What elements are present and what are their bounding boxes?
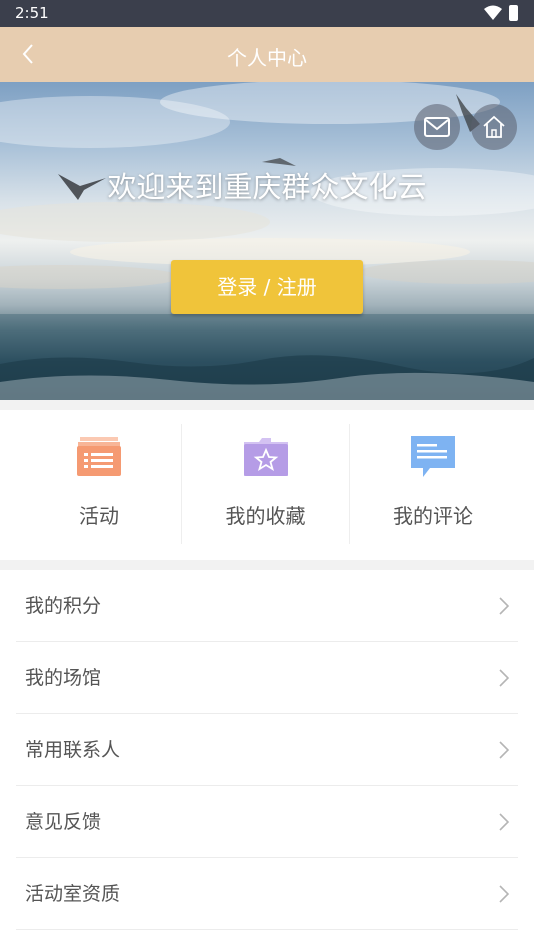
quick-action-label: 我的收藏 [225,504,306,528]
quick-action-label: 活动 [79,504,119,528]
chevron-right-icon [499,885,510,903]
title-bar: 个人中心 [0,27,534,82]
menu-item-label: 活动室资质 [25,883,121,905]
settings-menu: 我的积分 我的场馆 常用联系人 意见反馈 活动室资质 [0,570,534,950]
home-button[interactable] [471,104,517,150]
chevron-right-icon [499,813,510,831]
home-icon [483,115,505,138]
page-title: 个人中心 [227,46,307,70]
menu-item-feedback[interactable]: 意见反馈 [0,786,534,858]
menu-item-contacts[interactable]: 常用联系人 [0,714,534,786]
menu-item-room-qualification[interactable]: 活动室资质 [0,858,534,930]
menu-item-label: 我的积分 [25,595,102,617]
menu-item-points[interactable]: 我的积分 [0,570,534,642]
quick-action-favorites[interactable]: 我的收藏 [182,410,349,560]
chevron-right-icon [499,669,510,687]
battery-icon [509,5,518,21]
divider [16,929,518,930]
menu-item-label: 我的场馆 [25,667,102,689]
status-bar: 2:51 [0,0,534,27]
message-button[interactable] [414,104,460,150]
hero-banner: 欢迎来到重庆群众文化云 登录 / 注册 [0,82,534,400]
chevron-right-icon [499,741,510,759]
login-register-button[interactable]: 登录 / 注册 [171,260,363,314]
status-time: 2:51 [15,4,49,22]
activity-list-icon [77,437,121,476]
quick-action-comments[interactable]: 我的评论 [350,410,516,560]
menu-item-venues[interactable]: 我的场馆 [0,642,534,714]
welcome-text: 欢迎来到重庆群众文化云 [107,170,427,204]
chevron-right-icon [499,597,510,615]
mail-icon [424,117,450,137]
quick-actions: 活动 我的收藏 我的评论 [0,410,534,560]
wifi-icon [484,5,502,20]
favorites-folder-icon [243,438,288,476]
menu-item-label: 意见反馈 [25,811,102,833]
quick-action-activity[interactable]: 活动 [16,410,182,560]
comment-bubble-icon [411,436,455,477]
quick-action-label: 我的评论 [393,504,473,528]
menu-item-label: 常用联系人 [25,739,121,761]
